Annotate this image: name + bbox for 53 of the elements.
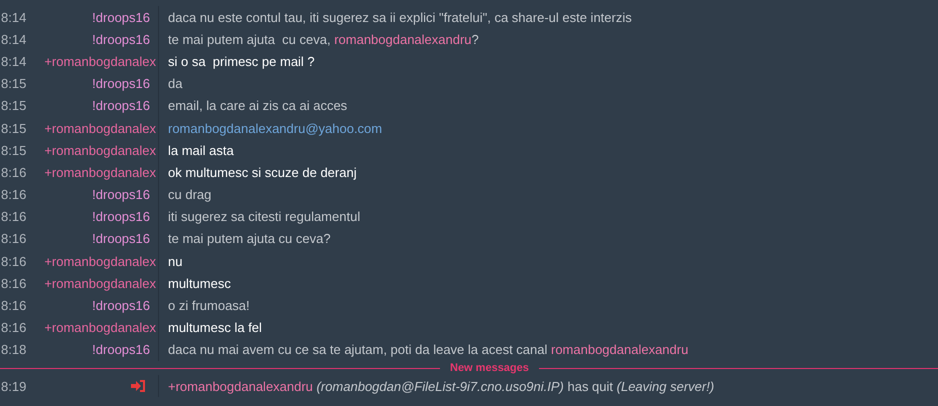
timestamp: 8:15 xyxy=(0,97,28,116)
timestamp: 8:15 xyxy=(0,142,28,160)
timestamp: 8:16 xyxy=(0,230,28,248)
message-text: multumesc xyxy=(168,276,231,291)
user-nick[interactable]: +romanbogdanalex xyxy=(44,164,156,180)
message-text: o zi frumoasa! xyxy=(168,298,250,314)
timestamp: 8:16 xyxy=(0,252,28,271)
user-nick[interactable]: !droops16 xyxy=(92,231,156,246)
timestamp: 8:19 xyxy=(0,378,28,396)
user-nick[interactable]: +romanbogdanalex xyxy=(44,54,156,69)
user-nick[interactable]: +romanbogdanalex xyxy=(44,254,156,269)
message-text: daca nu este contul tau, iti sugerez sa ii explici "fratelui", ca share-ul este interzis xyxy=(168,10,632,25)
timestamp: 8:16 xyxy=(0,319,28,338)
user-nick[interactable]: !droops16 xyxy=(92,76,156,92)
timestamp: 8:14 xyxy=(0,8,28,27)
user-nick[interactable]: +romanbogdanalex xyxy=(44,142,156,158)
message-text: iti sugerez sa citesti regulamentul xyxy=(168,209,360,224)
user-nick[interactable]: +romanbogdanalex xyxy=(44,276,156,291)
timestamp: 8:15 xyxy=(0,75,28,94)
message-text: daca nu mai avem cu ce sa te ajutam, poti da leave la acest canal romanbogdanalexandru xyxy=(168,342,688,358)
user-nick[interactable]: +romanbogdanalex xyxy=(44,320,156,336)
timestamp: 8:16 xyxy=(0,297,28,316)
new-messages-label: New messages xyxy=(449,362,530,374)
timestamp: 8:18 xyxy=(0,341,28,360)
email-link[interactable]: romanbogdanalexandru@yahoo.com xyxy=(168,120,382,136)
user-nick[interactable]: !droops16 xyxy=(92,10,156,25)
message-text: la mail asta xyxy=(168,142,234,158)
user-nick[interactable]: +romanbogdanalex xyxy=(44,120,156,136)
user-nick[interactable]: +romanbogdanalexandru xyxy=(168,378,313,394)
timestamp: 8:16 xyxy=(0,208,28,226)
timestamp: 8:16 xyxy=(0,186,28,204)
message-text: te mai putem ajuta cu ceva, romanbogdanalexandru? xyxy=(168,32,479,47)
timestamp: 8:14 xyxy=(0,30,28,49)
timestamp: 8:14 xyxy=(0,52,28,71)
message-text: multumesc la fel xyxy=(168,320,262,336)
quit-message: (romanbogdan@FileList-9i7.cno.uso9ni.IP) has quit (Leaving server!) xyxy=(316,378,714,394)
timestamp: 8:16 xyxy=(0,164,28,182)
timestamp: 8:16 xyxy=(0,274,28,293)
message-text: da xyxy=(168,76,182,92)
user-nick[interactable]: !droops16 xyxy=(92,209,156,224)
exit-icon xyxy=(131,380,146,392)
message-text: te mai putem ajuta cu ceva? xyxy=(168,231,331,246)
message-text: cu drag xyxy=(168,187,212,202)
user-nick[interactable]: !droops16 xyxy=(92,32,156,47)
user-nick[interactable]: !droops16 xyxy=(92,298,156,314)
user-nick[interactable]: !droops16 xyxy=(92,98,156,114)
user-nick[interactable]: !droops16 xyxy=(92,187,156,202)
message-text: nu xyxy=(168,254,182,269)
message-text: ok multumesc si scuze de deranj xyxy=(168,164,357,180)
message-text: si o sa primesc pe mail ? xyxy=(168,54,315,69)
timestamp: 8:15 xyxy=(0,120,28,138)
user-nick[interactable]: !droops16 xyxy=(92,342,156,358)
message-text: email, la care ai zis ca ai acces xyxy=(168,98,348,114)
